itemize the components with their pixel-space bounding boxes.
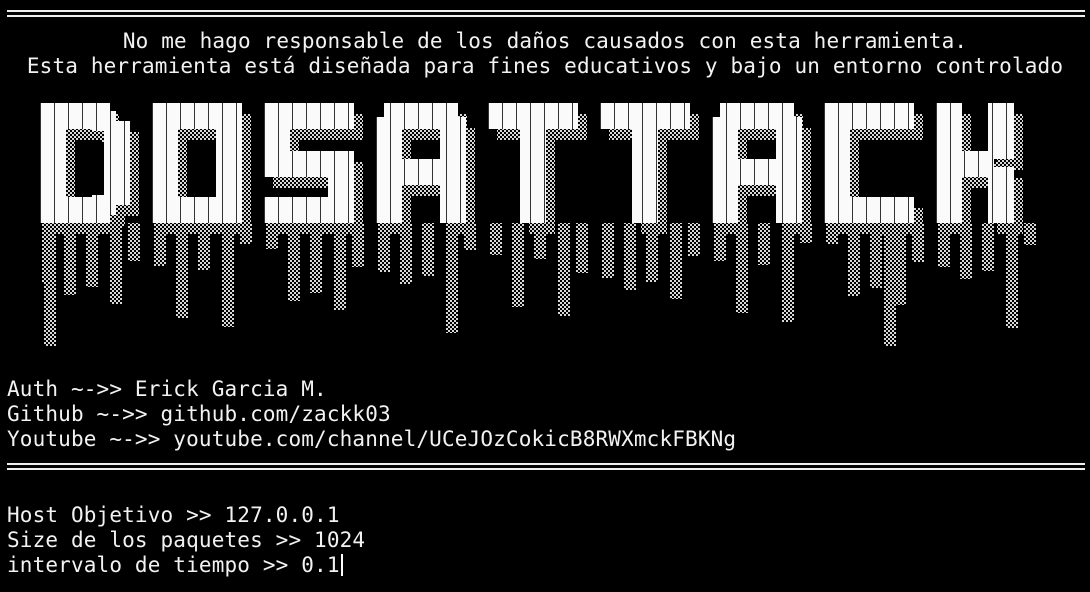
text-cursor [340, 554, 343, 576]
drip [624, 223, 636, 290]
packet-size-prompt: Size de los paquetes >> 1024 [7, 528, 366, 552]
drip [446, 223, 458, 333]
letter-k-stroke [988, 167, 1014, 223]
host-prompt: Host Objetivo >> 127.0.0.1 [7, 503, 340, 527]
letter-s-stroke [264, 197, 354, 223]
drip [110, 223, 122, 304]
letter-d-stroke [92, 111, 116, 131]
letter-k-stroke [952, 151, 994, 177]
drip [982, 223, 994, 271]
banner-drips [42, 218, 1036, 346]
author-line: Auth ~->> Erick Garcia M. [7, 377, 327, 401]
letter-o-stroke [152, 103, 242, 129]
letter-d-stroke [104, 121, 130, 205]
drip [512, 223, 524, 307]
drip [128, 223, 140, 261]
drip [688, 223, 700, 256]
drip [222, 223, 234, 327]
drip [44, 218, 56, 346]
letter-d-stroke [92, 195, 116, 215]
github-line: Github ~->> github.com/zackk03 [7, 402, 391, 426]
letter-k-stroke [988, 103, 1014, 159]
drip [1006, 223, 1018, 328]
disclaimer-line-1: No me hago responsable de los daños caus… [122, 29, 968, 53]
ascii-art-banner [40, 103, 1036, 346]
drip [602, 223, 614, 278]
drip [334, 223, 346, 310]
drip [422, 223, 434, 276]
drip [782, 223, 794, 322]
letter-a-stroke [376, 159, 466, 185]
drip [670, 223, 682, 299]
drip [176, 223, 188, 318]
letter-t-stroke [632, 103, 658, 223]
separator-bottom [7, 460, 1085, 472]
letter-c-stroke [824, 197, 914, 223]
interval-input-text[interactable]: intervalo de tiempo >> 0.1 [7, 553, 340, 577]
letter-a-stroke [712, 159, 802, 185]
letter-o-stroke [152, 197, 242, 223]
drip [736, 223, 748, 313]
terminal-window[interactable]: No me hago responsable de los daños caus… [0, 0, 1090, 592]
drip [288, 223, 300, 301]
drip [558, 223, 570, 316]
youtube-line: Youtube ~->> youtube.com/channel/UCeJOzC… [7, 427, 737, 451]
drip [884, 218, 896, 346]
drip [490, 223, 502, 255]
letter-t-stroke [520, 103, 546, 223]
drip [1024, 223, 1036, 245]
interval-prompt[interactable]: intervalo de tiempo >> 0.1 [7, 553, 343, 578]
drip [576, 223, 588, 273]
separator-top [7, 7, 1085, 19]
drip [758, 223, 770, 265]
disclaimer-line-2: Esta herramienta está diseñada para fine… [26, 54, 1064, 78]
